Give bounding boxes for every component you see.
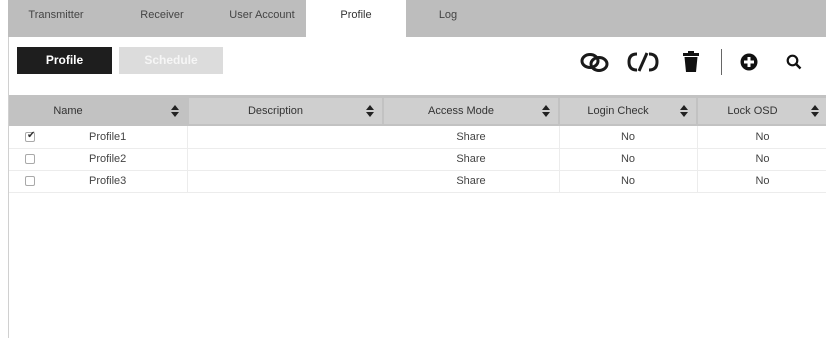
search-icon[interactable] (781, 49, 807, 75)
cell-description (189, 126, 382, 148)
sort-icon[interactable] (171, 105, 179, 117)
schedule-button[interactable]: Schedule (119, 47, 223, 74)
cell-name: Profile3 (89, 175, 127, 187)
cell-login-check: No (620, 153, 636, 165)
sort-icon[interactable] (542, 105, 550, 117)
sort-icon[interactable] (366, 105, 374, 117)
column-header-login-check[interactable]: Login Check (560, 98, 696, 124)
cell-access-mode: Share (456, 131, 486, 143)
toolbar-divider (721, 49, 722, 75)
trash-icon[interactable] (679, 49, 703, 75)
tab-log[interactable]: Log (418, 0, 478, 37)
row-checkbox[interactable] (25, 154, 35, 164)
tab-profile[interactable]: Profile (306, 0, 406, 37)
tab-receiver[interactable]: Receiver (120, 0, 204, 37)
table-row[interactable]: Profile3 Share No No (9, 170, 826, 192)
tab-bar: Transmitter Receiver User Account Profil… (8, 0, 826, 37)
table-row[interactable]: Profile2 Share No No (9, 148, 826, 170)
profile-button[interactable]: Profile (17, 47, 112, 74)
column-header-label: Access Mode (427, 105, 495, 117)
cell-description (189, 170, 382, 192)
profile-panel: Profile Schedule Name Description Access… (8, 37, 826, 338)
column-header-label: Lock OSD (727, 105, 778, 117)
row-checkbox[interactable] (25, 176, 35, 186)
link-icon[interactable] (575, 49, 615, 75)
column-header-label: Login Check (587, 105, 649, 117)
cell-name: Profile2 (89, 153, 127, 165)
tab-transmitter[interactable]: Transmitter (8, 0, 104, 37)
column-header-label: Name (53, 105, 83, 117)
tab-user-account[interactable]: User Account (214, 0, 310, 37)
row-divider (9, 192, 826, 193)
column-header-description[interactable]: Description (189, 98, 382, 124)
table-header: Name Description Access Mode Login Check… (9, 95, 826, 126)
sort-icon[interactable] (680, 105, 688, 117)
cell-lock-osd: No (755, 131, 770, 143)
unlink-icon[interactable] (623, 49, 663, 75)
cell-name: Profile1 (89, 131, 127, 143)
cell-lock-osd: No (755, 153, 770, 165)
cell-access-mode: Share (456, 175, 486, 187)
cell-access-mode: Share (456, 153, 486, 165)
checkmark-icon: ✔ (27, 130, 36, 141)
row-checkbox[interactable]: ✔ (25, 130, 36, 142)
column-header-name[interactable]: Name (9, 98, 187, 124)
cell-login-check: No (620, 131, 636, 143)
sort-icon[interactable] (811, 105, 819, 117)
table-row[interactable]: ✔ Profile1 Share No No (9, 126, 826, 148)
cell-lock-osd: No (755, 175, 770, 187)
cell-login-check: No (620, 175, 636, 187)
column-header-lock-osd[interactable]: Lock OSD (698, 98, 826, 124)
column-header-access-mode[interactable]: Access Mode (384, 98, 558, 124)
cell-description (189, 148, 382, 170)
column-header-label: Description (247, 105, 304, 117)
add-icon[interactable] (737, 49, 761, 75)
